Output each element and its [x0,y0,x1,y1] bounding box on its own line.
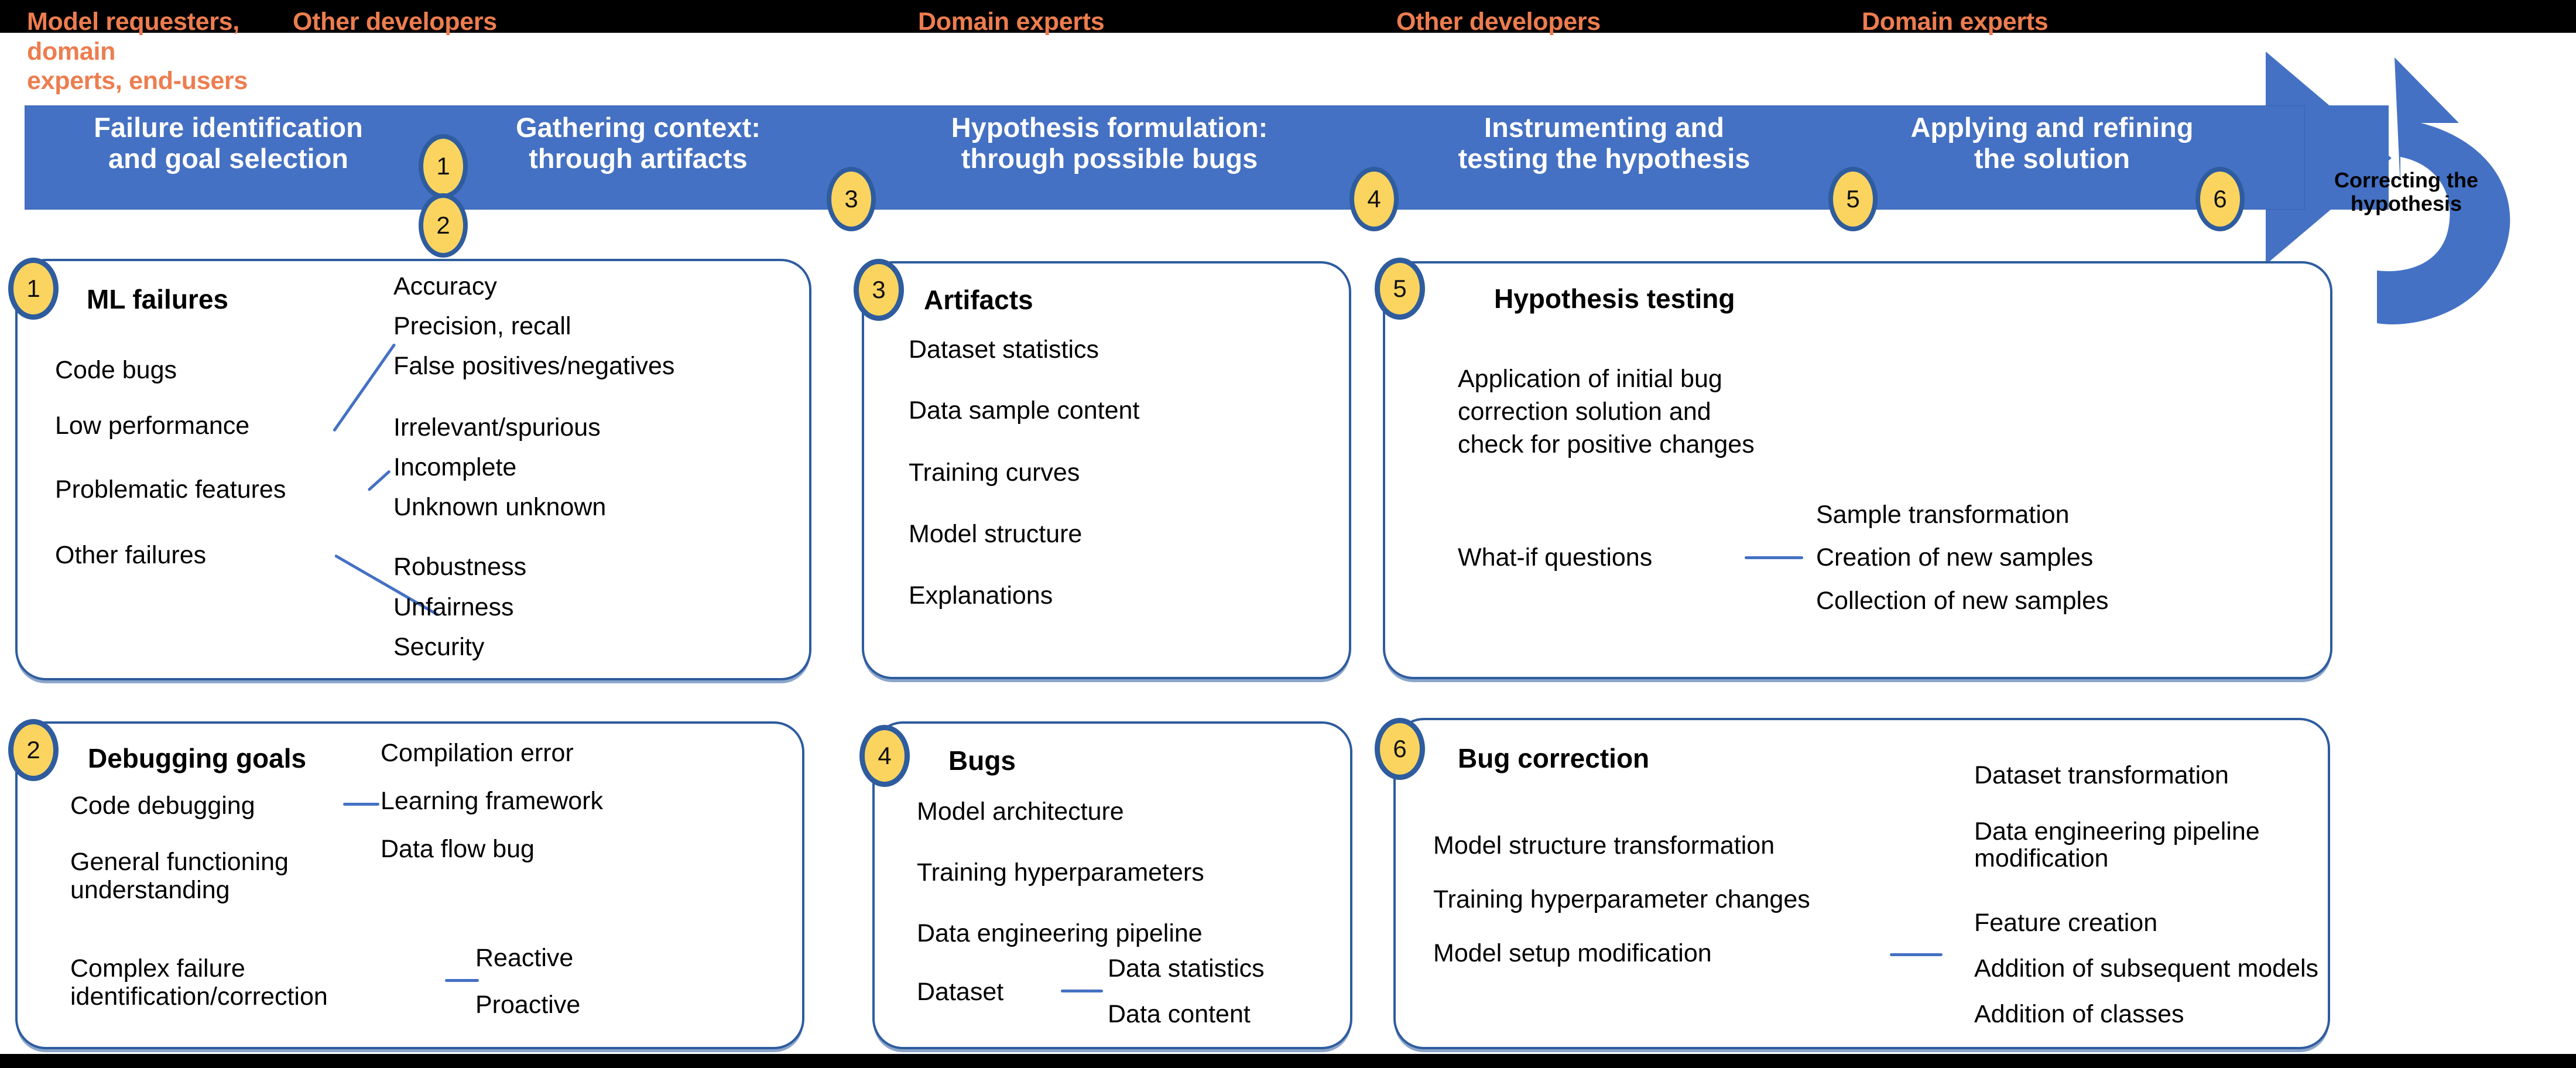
stage-label-6: Applying and refining the solution [1910,112,2194,174]
role-label-domain-experts-2: Domain experts [1862,8,2049,36]
stage-label-4: Hypothesis formulation: through possible… [951,112,1268,174]
diagram-root: Model requesters, domain experts, end-us… [0,0,2576,1068]
stage-marker-5[interactable]: 5 [1828,167,1878,231]
artifact-item-0: Dataset statistics [909,336,1099,364]
bug-item-1: Training hyperparameters [917,858,1204,886]
hypothesis-right-0: Sample transformation [1816,501,2070,529]
ml-failure-right-7: Unfairness [393,593,514,621]
bug-correction-right-0: Dataset transformation [1974,761,2229,789]
debug-goal-left-0: Code debugging [70,792,255,820]
connector-code-debugging [343,803,379,806]
role-label-other-developers-1: Other developers [293,8,497,36]
panel-marker-3[interactable]: 3 [854,259,904,321]
debug-goal-left-1: General functioning understanding [70,848,289,905]
bug-correction-left-1: Training hyperparameter changes [1433,885,1810,913]
hypothesis-testing-description: Application of initial bug correction so… [1458,365,1755,458]
ml-failure-right-3: Irrelevant/spurious [393,413,601,441]
bug-item-3: Dataset [917,978,1004,1006]
bug-correction-right-3: Addition of subsequent models [1974,954,2319,983]
ml-failure-right-5: Unknown unknown [393,493,607,521]
artifact-item-3: Model structure [909,520,1083,548]
connector-dataset [1061,990,1103,992]
debug-goal-right-a0: Compilation error [381,739,574,767]
debug-goal-right-b0: Reactive [475,944,574,972]
panel-title-artifacts: Artifacts [924,285,1033,315]
bug-correction-left-0: Model structure transformation [1433,831,1775,860]
ml-failure-left-2: Problematic features [55,475,286,504]
ml-failure-right-0: Accuracy [393,272,497,300]
panel-title-bugs: Bugs [948,745,1016,776]
panel-marker-4[interactable]: 4 [859,725,910,787]
bug-correction-right-1: Data engineering pipeline modification [1974,817,2260,872]
panel-title-hypothesis-testing: Hypothesis testing [1494,283,1735,314]
bug-correction-right-2: Feature creation [1974,909,2158,937]
connector-what-if [1745,556,1803,559]
bug-correction-left-2: Model setup modification [1433,939,1712,967]
bug-dataset-child-1: Data content [1108,1000,1251,1028]
bug-item-0: Model architecture [917,797,1124,826]
stage-label-1: Failure identification and goal selectio… [94,112,363,174]
ml-failure-right-6: Robustness [393,553,527,581]
panel-title-ml-failures: ML failures [87,284,228,314]
panel-marker-5[interactable]: 5 [1375,258,1425,320]
hypothesis-right-1: Creation of new samples [1816,543,2094,571]
bug-dataset-child-0: Data statistics [1108,954,1265,983]
role-label-model-requesters: Model requesters, domain experts, end-us… [27,8,248,95]
debug-goal-left-2: Complex failure identification/correctio… [70,954,328,1011]
ml-failure-left-1: Low performance [55,412,250,440]
debug-goal-right-a1: Learning framework [381,787,604,815]
debug-goal-right-b1: Proactive [475,991,581,1019]
panel-title-bug-correction: Bug correction [1458,743,1650,773]
stage-label-5: Instrumenting and testing the hypothesis [1458,112,1751,174]
stage-marker-1[interactable]: 1 [419,134,468,198]
connector-model-setup [1890,953,1943,956]
panel-marker-1[interactable]: 1 [8,258,59,320]
bug-item-2: Data engineering pipeline [917,919,1203,947]
bug-correction-right-4: Addition of classes [1974,1000,2184,1028]
ml-failure-right-2: False positives/negatives [393,352,675,380]
artifact-item-1: Data sample content [909,396,1140,425]
feedback-arrow-label: Correcting the hypothesis [2334,168,2479,216]
panel-marker-2[interactable]: 2 [8,719,59,781]
artifact-item-4: Explanations [909,581,1053,610]
stage-label-3: Gathering context: through artifacts [516,112,761,174]
hypothesis-what-if-questions: What-if questions [1458,543,1653,571]
role-label-domain-experts-1: Domain experts [918,8,1105,36]
panel-marker-6[interactable]: 6 [1375,718,1425,780]
ml-failure-right-8: Security [393,633,485,661]
ml-failure-left-0: Code bugs [55,356,177,384]
stage-marker-6[interactable]: 6 [2195,167,2245,231]
ml-failure-right-4: Incomplete [393,453,517,481]
connector-complex-failure [445,979,479,982]
debug-goal-right-a2: Data flow bug [381,835,535,863]
hypothesis-right-2: Collection of new samples [1816,587,2109,615]
panel-title-debugging-goals: Debugging goals [88,743,307,773]
panel-hypothesis-testing[interactable] [1383,261,2332,679]
stage-marker-2[interactable]: 2 [419,193,468,258]
stage-marker-3[interactable]: 3 [827,167,876,231]
role-label-other-developers-2: Other developers [1396,8,1601,36]
stage-marker-4[interactable]: 4 [1349,167,1399,231]
ml-failure-right-1: Precision, recall [393,312,571,340]
ml-failure-left-3: Other failures [55,541,207,569]
artifact-item-2: Training curves [909,458,1080,487]
